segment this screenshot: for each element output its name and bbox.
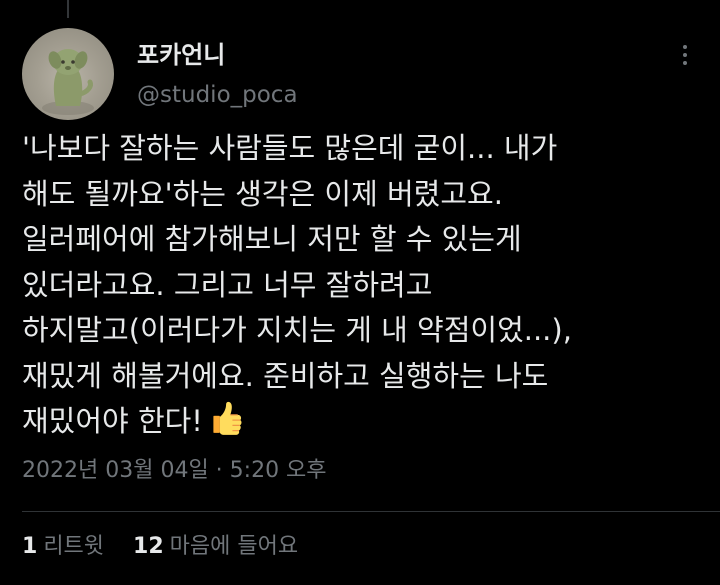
like-count: 12	[133, 534, 164, 559]
divider	[22, 511, 720, 512]
tweet-line: 하지말고(이러다가 지치는 게 내 약점이었...),	[22, 313, 572, 347]
tweet-line: 일러페어에 참가해보니 저만 할 수 있는게	[22, 222, 522, 256]
tweet-timestamp[interactable]: 2022년 03월 04일 · 5:20 오후	[22, 456, 327, 486]
retweet-count: 1	[22, 534, 38, 559]
tweet-line-last: 재밌어야 한다!	[22, 399, 712, 445]
likes-stat[interactable]: 12 마음에 들어요	[133, 532, 298, 562]
tweet-line: 재밌게 해볼거에요. 준비하고 실행하는 나도	[22, 358, 549, 393]
retweets-stat[interactable]: 1 리트윗	[22, 532, 104, 562]
thumbs-up-icon	[205, 399, 243, 437]
tweet-line: '나보다 잘하는 사람들도 많은데 굳이... 내가	[22, 131, 558, 165]
tweet-line: 해도 될까요'하는 생각은 이제 버렸고요.	[22, 176, 503, 211]
thread-connector-line	[67, 0, 69, 18]
author-display-name[interactable]: 포카언니	[137, 40, 225, 70]
author-avatar[interactable]	[22, 28, 114, 120]
author-handle[interactable]: @studio_poca	[137, 80, 298, 110]
retweet-label: 리트윗	[43, 534, 105, 559]
tweet-line-text: 재밌어야 한다!	[22, 404, 203, 438]
tweet-line: 있더라고요. 그리고 너무 잘하려고	[22, 267, 433, 302]
tweet-text: '나보다 잘하는 사람들도 많은데 굳이... 내가 해도 될까요'하는 생각은…	[22, 126, 712, 445]
clay-dog-figurine-icon	[42, 49, 94, 115]
tweet-stats: 1 리트윗 12 마음에 들어요	[22, 532, 320, 562]
more-options-button[interactable]	[670, 38, 700, 72]
like-label: 마음에 들어요	[169, 534, 299, 559]
